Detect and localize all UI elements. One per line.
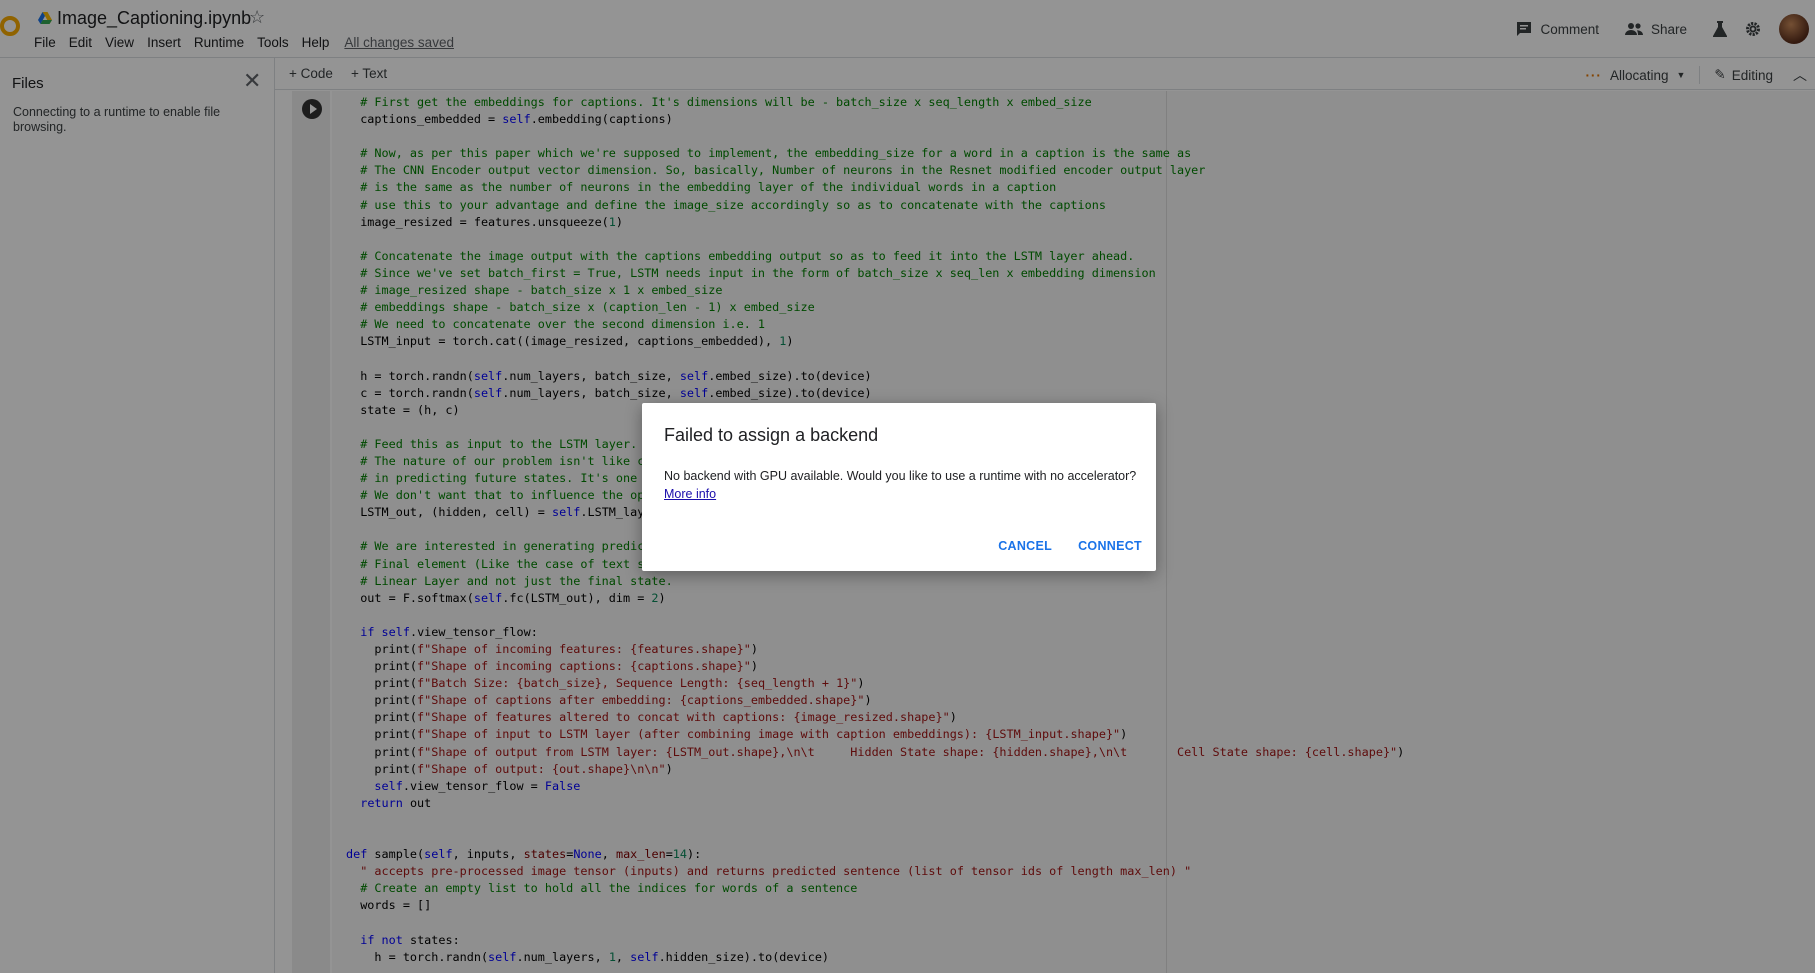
connect-button[interactable]: CONNECT: [1078, 539, 1142, 553]
cancel-button[interactable]: CANCEL: [998, 539, 1052, 553]
backend-dialog: Failed to assign a backend No backend wi…: [642, 403, 1156, 571]
more-info-link[interactable]: More info: [664, 487, 716, 501]
dialog-message: No backend with GPU available. Would you…: [664, 469, 1137, 483]
dialog-actions: CANCEL CONNECT: [998, 539, 1142, 553]
dialog-title: Failed to assign a backend: [664, 425, 879, 445]
dialog-body: No backend with GPU available. Would you…: [664, 467, 1144, 503]
